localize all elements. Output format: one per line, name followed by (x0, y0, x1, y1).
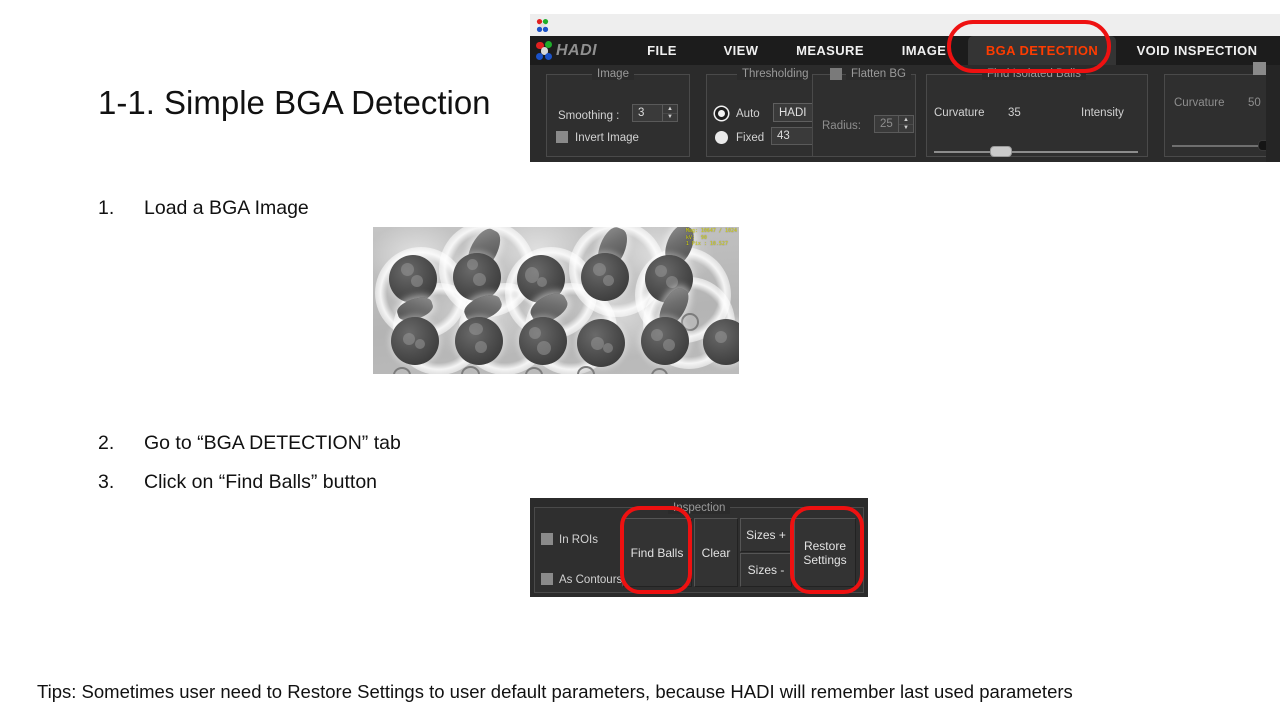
right-curvature-slider[interactable] (1172, 139, 1280, 153)
hadi-logo-icon (534, 17, 551, 34)
group-find-isolated-balls-title: Find Isolated Balls (982, 68, 1086, 80)
hadi-brand-text: HADI (556, 41, 598, 59)
solder-ball (455, 317, 503, 365)
as-contours-label: As Contours (559, 574, 623, 586)
group-image-title: Image (592, 68, 634, 80)
fixed-threshold-label: Fixed (736, 132, 765, 144)
chevron-up-icon[interactable]: ▲ (663, 105, 677, 114)
threshold-method-value: HADI (779, 106, 807, 119)
tab-measure[interactable]: MEASURE (780, 36, 880, 65)
step-number-3: 3. (98, 471, 115, 493)
step-number-1: 1. (98, 197, 115, 219)
solder-ball (453, 253, 501, 301)
step-item-3: 3. Click on “Find Balls” button (98, 471, 377, 494)
flatten-bg-checkbox[interactable] (830, 68, 842, 80)
step-number-2: 2. (98, 432, 115, 454)
invert-image-label: Invert Image (575, 132, 639, 144)
right-curvature-value: 50 (1248, 97, 1261, 109)
hadi-logo-icon (535, 40, 555, 61)
slider-knob[interactable] (990, 146, 1012, 157)
in-rois-checkbox[interactable] (541, 533, 553, 545)
smoothing-label: Smoothing : (558, 110, 620, 122)
solder-ball (391, 317, 439, 365)
bga-xray-image: Mag: 10647 / 1024 kV: 90 1 Pix : 10.527 (373, 227, 739, 374)
slider-track (934, 151, 1138, 153)
hadi-toolbar-window: FILE VIEW MEASURE IMAGE BGA DETECTION VO… (530, 14, 1280, 162)
chevron-up-icon[interactable]: ▲ (899, 116, 913, 125)
restore-settings-button[interactable]: Restore Settings (794, 518, 856, 587)
chevron-down-icon[interactable]: ▼ (663, 114, 677, 122)
tab-file[interactable]: FILE (622, 36, 702, 65)
smoothing-value: 3 (638, 107, 645, 119)
ribbon-scroll-button[interactable] (1253, 62, 1266, 75)
solder-ball (577, 319, 625, 367)
solder-ball (389, 255, 437, 303)
group-thresholding-title: Thresholding (737, 68, 814, 80)
tab-view[interactable]: VIEW (702, 36, 780, 65)
tips-text: Tips: Sometimes user need to Restore Set… (37, 681, 1073, 702)
ribbon-area: Image Smoothing : 3 ▲ ▼ Invert Image Thr… (530, 65, 1280, 162)
find-balls-button[interactable]: Find Balls (622, 518, 692, 587)
in-rois-label: In ROIs (559, 534, 598, 546)
auto-threshold-radio[interactable] (715, 107, 728, 120)
window-title-bar (530, 14, 1280, 36)
radius-label: Radius: (822, 120, 861, 132)
group-inspection-title: Inspection (668, 502, 731, 514)
curvature-value: 35 (1008, 107, 1021, 119)
as-contours-checkbox[interactable] (541, 573, 553, 585)
chevron-down-icon[interactable]: ▼ (899, 125, 913, 133)
step-item-1: 1. Load a BGA Image (98, 197, 309, 220)
tab-bga-detection[interactable]: BGA DETECTION (968, 36, 1116, 65)
fixed-threshold-radio[interactable] (715, 131, 728, 144)
radius-arrows[interactable]: ▲ ▼ (898, 116, 913, 132)
step-text-2: Go to “BGA DETECTION” tab (144, 432, 401, 454)
radius-value: 25 (880, 118, 893, 130)
inspection-panel: Inspection In ROIs As Contours Find Ball… (530, 498, 868, 597)
menu-tab-bar: FILE VIEW MEASURE IMAGE BGA DETECTION VO… (530, 36, 1280, 65)
solder-ball (581, 253, 629, 301)
sizes-minus-button[interactable]: Sizes - (740, 553, 792, 587)
curvature-slider[interactable] (934, 145, 1138, 159)
ribbon-right-edge (1266, 65, 1280, 162)
curvature-label: Curvature (934, 107, 985, 119)
smoothing-arrows[interactable]: ▲ ▼ (662, 105, 677, 121)
intensity-label: Intensity (1081, 107, 1124, 119)
invert-image-checkbox[interactable] (556, 131, 568, 143)
auto-threshold-label: Auto (736, 108, 760, 120)
page-title: 1-1. Simple BGA Detection (98, 84, 491, 121)
hadi-brand: HADI (530, 36, 622, 65)
sizes-plus-button[interactable]: Sizes + (740, 518, 792, 552)
right-curvature-label: Curvature (1174, 97, 1225, 109)
step-text-3: Click on “Find Balls” button (144, 471, 378, 493)
group-flatten-bg-title: Flatten BG (846, 68, 911, 80)
step-item-2: 2. Go to “BGA DETECTION” tab (98, 432, 401, 455)
solder-ball (641, 317, 689, 365)
tab-void-inspection[interactable]: VOID INSPECTION (1118, 36, 1276, 65)
radius-stepper[interactable]: 25 ▲ ▼ (874, 115, 914, 133)
xray-overlay-annotation: Mag: 10647 / 1024 kV: 90 1 Pix : 10.527 (685, 228, 737, 247)
step-text-1: Load a BGA Image (144, 197, 309, 219)
solder-ball (519, 317, 567, 365)
clear-button[interactable]: Clear (694, 518, 738, 587)
tab-image[interactable]: IMAGE (880, 36, 968, 65)
smoothing-stepper[interactable]: 3 ▲ ▼ (632, 104, 678, 122)
